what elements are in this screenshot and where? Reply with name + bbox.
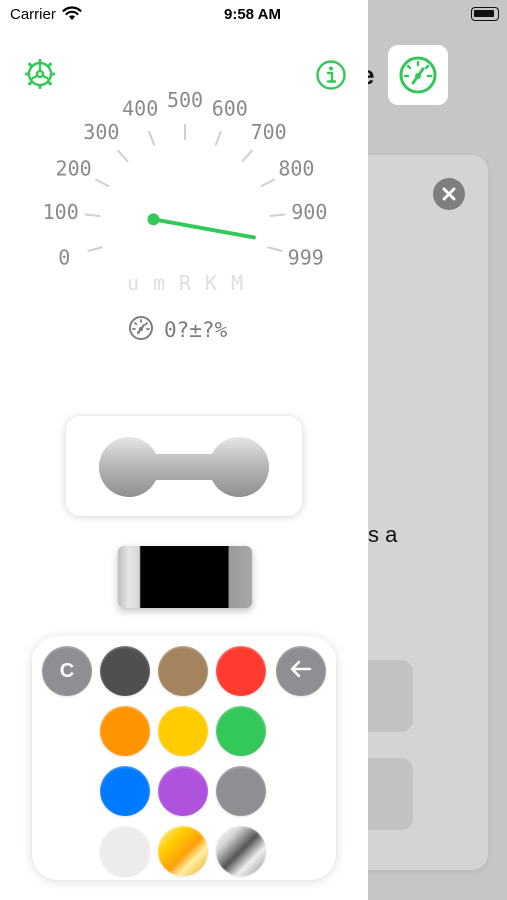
gauge-tick (148, 130, 156, 146)
gauge-unit-letter: K (205, 271, 217, 295)
gauge-tick-label: 200 (56, 156, 92, 180)
gauge-tick-label: 300 (83, 120, 119, 144)
gauge-tick-label: 999 (288, 245, 324, 269)
clock: 9:58 AM (224, 6, 281, 23)
gauge-hub (147, 213, 160, 226)
speed-readout: 0?±?% (128, 315, 228, 346)
color-key[interactable] (158, 706, 208, 756)
background-sheet-text: s a (368, 522, 398, 547)
gauge-tick-label: 400 (122, 96, 158, 120)
color-key[interactable] (158, 826, 208, 876)
color-key[interactable] (100, 826, 150, 876)
slider-knob[interactable] (98, 436, 270, 503)
color-keypad: C (32, 636, 336, 880)
gauge-unit-letter: M (231, 271, 243, 295)
carrier-label: Carrier (10, 6, 56, 23)
gauge-tick-label: 0 (58, 245, 70, 269)
color-key[interactable] (158, 766, 208, 816)
battery-icon (471, 7, 499, 21)
gauge-tick (117, 149, 129, 163)
gauge-unit-letter: R (179, 271, 192, 295)
speed-panel: Carrier 9:58 AM 0 100 200 300 400 500 60… (0, 0, 368, 900)
color-key[interactable] (100, 766, 150, 816)
gauge-tick-label: 700 (251, 120, 287, 144)
gauge-tick (260, 178, 276, 187)
wifi-icon (62, 5, 82, 25)
gauge-needle (151, 217, 256, 240)
current-color-swatch[interactable] (118, 546, 252, 608)
backspace-button[interactable] (276, 646, 326, 696)
color-key[interactable] (100, 706, 150, 756)
speedometer-icon (128, 315, 154, 346)
close-icon[interactable] (433, 178, 465, 210)
gauge-tick (84, 213, 101, 218)
readout-value: 0?±?% (164, 318, 228, 342)
speedometer-icon[interactable] (388, 45, 448, 105)
color-key[interactable] (216, 706, 266, 756)
gauge-tick (269, 213, 286, 218)
status-bar: Carrier 9:58 AM (0, 0, 368, 28)
color-key[interactable] (158, 646, 208, 696)
color-key[interactable] (100, 646, 150, 696)
gauge-unit-letter: m (153, 271, 165, 295)
gauge-unit-letter: u (127, 271, 139, 295)
gauge-tick (87, 246, 103, 252)
speedometer-gauge: 0 100 200 300400 500 600700 800 900 999 umRKM (43, 88, 328, 295)
gauge-tick-label: 800 (278, 156, 314, 180)
slider-card (66, 416, 302, 516)
color-key[interactable] (216, 646, 266, 696)
gauge-tick (214, 130, 222, 146)
color-key[interactable] (216, 826, 266, 876)
gauge-tick (267, 246, 283, 252)
gauge-tick (241, 149, 253, 163)
clear-label: C (59, 659, 75, 682)
gauge-tick-label: 500 (167, 88, 203, 112)
color-key[interactable] (216, 766, 266, 816)
gauge-tick-label: 100 (43, 200, 79, 224)
gauge-tick (94, 178, 110, 187)
arrow-left-icon (290, 660, 312, 683)
gauge-tick-label: 900 (291, 200, 327, 224)
clear-button[interactable]: C (42, 646, 92, 696)
gauge-tick-label: 600 (212, 96, 248, 120)
